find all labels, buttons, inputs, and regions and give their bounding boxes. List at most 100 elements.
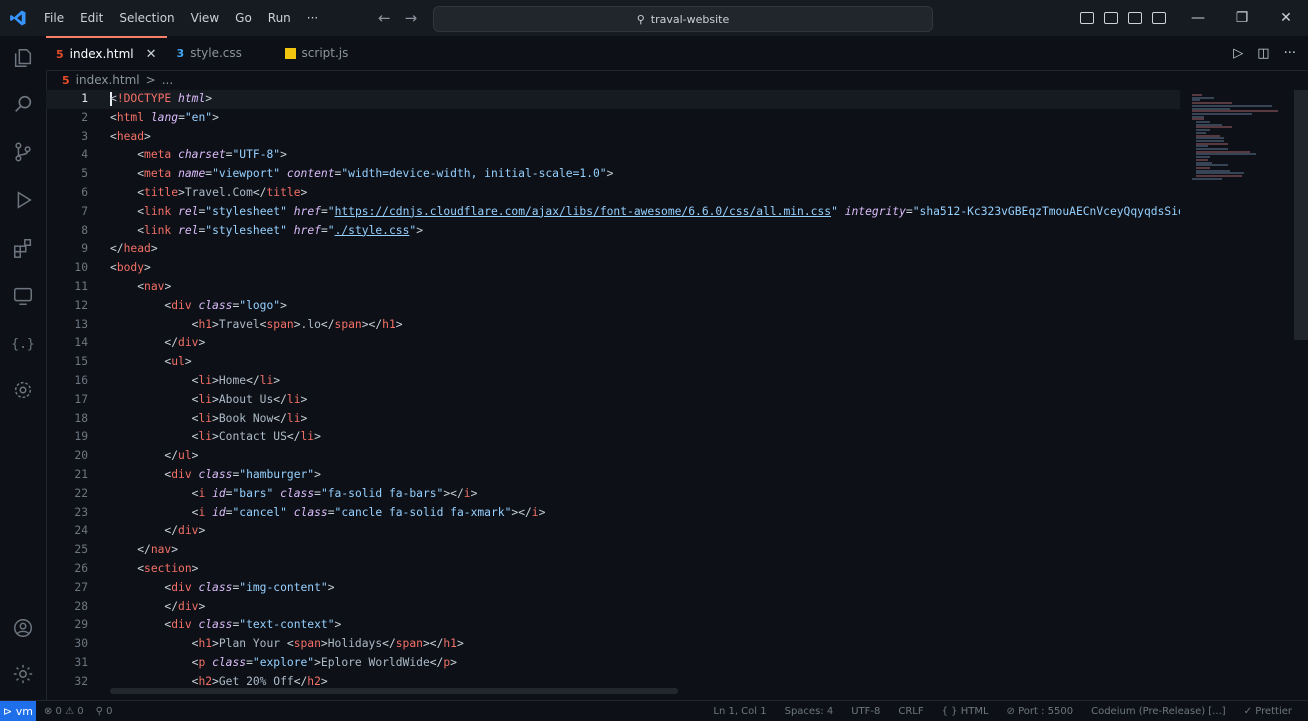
search-view-icon[interactable]: [11, 92, 35, 116]
code-editor[interactable]: 1 <!DOCTYPE html> 2 <html lang="en"> 3 <head>…: [46, 90, 1180, 690]
code-line[interactable]: 5 <meta name="viewport" content="width=d…: [46, 165, 1180, 184]
codeium-status[interactable]: Codeium (Pre-Release) [...]: [1091, 706, 1226, 717]
more-actions-icon[interactable]: ···: [1284, 46, 1296, 61]
code-line[interactable]: 26 <section>: [46, 560, 1180, 579]
code-line[interactable]: 28 </div>: [46, 598, 1180, 617]
breadcrumb-symbol[interactable]: ...: [162, 73, 173, 87]
prettier-status[interactable]: ✓ Prettier: [1244, 706, 1292, 717]
code-line[interactable]: 7 <link rel="stylesheet" href="https://c…: [46, 203, 1180, 222]
back-arrow-icon[interactable]: ←: [378, 9, 391, 27]
tab-index-html[interactable]: 5 index.html ✕: [46, 36, 167, 70]
customize-layout-icon[interactable]: [1152, 12, 1166, 24]
remote-indicator[interactable]: ⊳ vm: [0, 701, 36, 721]
code-line[interactable]: 1 <!DOCTYPE html>: [46, 90, 1180, 109]
minimap-line: [1196, 123, 1222, 126]
close-tab-icon[interactable]: ✕: [146, 47, 157, 62]
manage-gear-icon[interactable]: [11, 662, 35, 686]
line-code: <h1>Travel<span>.lo</span></h1>: [191, 317, 403, 331]
extensions-icon[interactable]: [11, 236, 35, 260]
code-line[interactable]: 13 <h1>Travel<span>.lo</span></h1>: [46, 316, 1180, 335]
code-line[interactable]: 14 </div>: [46, 334, 1180, 353]
explorer-icon[interactable]: [11, 46, 35, 70]
toggle-panel-icon[interactable]: [1104, 12, 1118, 24]
code-line[interactable]: 29 <div class="text-context">: [46, 616, 1180, 635]
code-line[interactable]: 31 <p class="explore">Eplore WorldWide</…: [46, 654, 1180, 673]
line-number: 20: [74, 449, 88, 463]
line-number: 31: [74, 655, 88, 669]
minimap-line: [1196, 142, 1228, 145]
problems-status[interactable]: ⊗ 0 ⚠ 0: [44, 706, 84, 717]
code-line[interactable]: 17 <li>About Us</li>: [46, 391, 1180, 410]
code-line[interactable]: 21 <div class="hamburger">: [46, 466, 1180, 485]
editor-tabs: 5 index.html ✕ 3 style.css script.js ▷ ◫…: [46, 36, 1308, 71]
code-line[interactable]: 25 </nav>: [46, 541, 1180, 560]
html-file-icon: 5: [62, 73, 70, 87]
code-line[interactable]: 8 <link rel="stylesheet" href="./style.c…: [46, 222, 1180, 241]
language-mode[interactable]: { } HTML: [942, 706, 989, 717]
line-code: </div>: [164, 336, 206, 350]
code-line[interactable]: 20 </ul>: [46, 447, 1180, 466]
code-line[interactable]: 6 <title>Travel.Com</title>: [46, 184, 1180, 203]
menu-view[interactable]: View: [183, 0, 227, 36]
tab-style-css[interactable]: 3 style.css: [167, 36, 275, 70]
minimize-button[interactable]: —: [1176, 0, 1220, 36]
json-outline-icon[interactable]: {.}: [11, 332, 35, 356]
tab-label: style.css: [190, 46, 242, 60]
forward-arrow-icon[interactable]: →: [405, 9, 418, 27]
code-line[interactable]: 15 <ul>: [46, 353, 1180, 372]
cursor-position[interactable]: Ln 1, Col 1: [713, 706, 766, 717]
code-line[interactable]: 27 <div class="img-content">: [46, 579, 1180, 598]
split-editor-icon[interactable]: ◫: [1257, 46, 1269, 61]
code-line[interactable]: 22 <i id="bars" class="fa-solid fa-bars"…: [46, 485, 1180, 504]
menu-go[interactable]: Go: [227, 0, 260, 36]
code-line[interactable]: 18 <li>Book Now</li>: [46, 410, 1180, 429]
horizontal-scrollbar[interactable]: [110, 688, 678, 694]
end-of-line[interactable]: CRLF: [898, 706, 923, 717]
code-line[interactable]: 4 <meta charset="UTF-8">: [46, 146, 1180, 165]
live-server-port[interactable]: ⊘ Port : 5500: [1007, 706, 1074, 717]
code-line[interactable]: 16 <li>Home</li>: [46, 372, 1180, 391]
menu-edit[interactable]: Edit: [72, 0, 111, 36]
tab-script-js[interactable]: script.js: [275, 36, 359, 70]
minimap[interactable]: [1182, 90, 1294, 690]
code-line[interactable]: 19 <li>Contact US</li>: [46, 428, 1180, 447]
run-debug-icon[interactable]: [11, 188, 35, 212]
code-line[interactable]: 30 <h1>Plan Your <span>Holidays</span></…: [46, 635, 1180, 654]
toggle-secondary-sidebar-icon[interactable]: [1128, 12, 1142, 24]
minimap-line: [1196, 134, 1220, 137]
code-line[interactable]: 12 <div class="logo">: [46, 297, 1180, 316]
code-line[interactable]: 10 <body>: [46, 259, 1180, 278]
encoding[interactable]: UTF-8: [851, 706, 880, 717]
ports-status[interactable]: ⚲ 0: [96, 706, 113, 717]
code-line[interactable]: 2 <html lang="en">: [46, 109, 1180, 128]
indentation[interactable]: Spaces: 4: [785, 706, 834, 717]
breadcrumb-file[interactable]: index.html: [76, 73, 140, 87]
line-code: <h1>Plan Your <span>Holidays</span></h1>: [191, 637, 464, 651]
line-code: <div class="logo">: [164, 298, 287, 312]
search-text: traval-website: [650, 12, 730, 26]
restore-button[interactable]: ❐: [1220, 0, 1264, 36]
code-line[interactable]: 24 </div>: [46, 522, 1180, 541]
menu-run[interactable]: Run: [260, 0, 299, 36]
line-code: <i id="bars" class="fa-solid fa-bars"></…: [191, 486, 478, 500]
accounts-icon[interactable]: [11, 616, 35, 640]
source-control-icon[interactable]: [11, 140, 35, 164]
menu-more[interactable]: ···: [299, 0, 326, 36]
line-code: </nav>: [137, 543, 179, 557]
remote-explorer-icon[interactable]: [11, 284, 35, 308]
line-code: <i id="cancel" class="cancle fa-solid fa…: [191, 505, 546, 519]
menu-file[interactable]: File: [36, 0, 72, 36]
line-code: <!DOCTYPE html>: [110, 92, 213, 106]
vertical-scrollbar[interactable]: [1294, 90, 1308, 340]
settings-sync-icon[interactable]: [11, 378, 35, 402]
minimap-line: [1196, 139, 1224, 142]
code-line[interactable]: 9 </head>: [46, 240, 1180, 259]
code-line[interactable]: 11 <nav>: [46, 278, 1180, 297]
run-file-icon[interactable]: ▷: [1233, 46, 1243, 61]
menu-selection[interactable]: Selection: [111, 0, 182, 36]
command-center-search[interactable]: ⚲ traval-website: [433, 6, 933, 32]
close-window-button[interactable]: ✕: [1264, 0, 1308, 36]
toggle-primary-sidebar-icon[interactable]: [1080, 12, 1094, 24]
code-line[interactable]: 3 <head>: [46, 128, 1180, 147]
code-line[interactable]: 23 <i id="cancel" class="cancle fa-solid…: [46, 504, 1180, 523]
